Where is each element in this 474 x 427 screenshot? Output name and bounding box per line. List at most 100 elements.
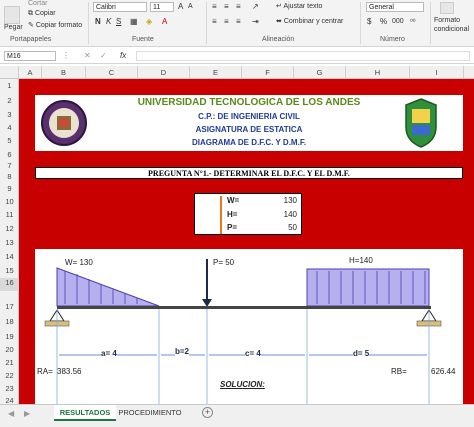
row-header[interactable]: 23 xyxy=(0,384,19,393)
copy-button[interactable]: ⧉ Copiar xyxy=(28,10,56,18)
wrap-text-button[interactable]: ↵ Ajustar texto xyxy=(276,2,322,10)
percent-button[interactable]: % xyxy=(380,17,387,26)
formula-input[interactable] xyxy=(136,51,470,61)
row-header[interactable]: 4 xyxy=(0,123,19,132)
row-header[interactable]: 11 xyxy=(0,210,19,219)
cut-button[interactable]: Cortar xyxy=(28,0,47,7)
shield-logo-icon xyxy=(405,98,437,148)
row-header[interactable]: 22 xyxy=(0,371,19,380)
orientation-icon[interactable]: ↗ xyxy=(252,2,259,11)
font-size-select[interactable]: 11 xyxy=(150,2,174,12)
column-header[interactable]: H xyxy=(346,66,410,79)
load-marker xyxy=(220,196,222,234)
conditional-format-icon[interactable] xyxy=(440,2,454,14)
load-name: P= xyxy=(227,223,238,232)
dim-a: a= 4 xyxy=(101,349,117,358)
ra-label: RA= xyxy=(37,367,53,376)
decimal-icon[interactable]: ⁰⁰ xyxy=(410,18,416,26)
triangular-load xyxy=(56,267,160,307)
clipboard-icon[interactable] xyxy=(4,6,20,24)
row-headers: 1 2 3 4 5 6 7 8 9 10 11 12 13 14 15 16 1… xyxy=(0,79,19,405)
column-header[interactable]: C xyxy=(86,66,138,79)
align-left-icon[interactable]: ≡ xyxy=(212,17,217,26)
h-load-label: H=140 xyxy=(349,256,373,265)
align-middle-icon[interactable]: ≡ xyxy=(224,2,229,11)
tab-scroll-left-icon[interactable]: ◀ xyxy=(8,409,14,418)
brush-icon: ✎ xyxy=(28,22,36,29)
shrink-font-icon[interactable]: A xyxy=(188,3,193,10)
row-header[interactable]: 15 xyxy=(0,266,19,275)
program-title: C.P.: DE INGENIERIA CIVIL xyxy=(198,112,300,121)
column-header[interactable]: F xyxy=(242,66,294,79)
number-format-select[interactable]: General xyxy=(366,2,424,12)
indent-icon[interactable]: ⇥ xyxy=(252,17,259,26)
name-box[interactable]: M16 xyxy=(4,51,56,61)
fill-color-icon[interactable]: ◈ xyxy=(146,17,152,26)
sheet-grid[interactable]: UNIVERSIDAD TECNOLOGICA DE LOS ANDES C.P… xyxy=(19,79,474,404)
copy-format-button[interactable]: ✎ Copiar formato xyxy=(28,21,82,29)
column-header[interactable]: I xyxy=(410,66,464,79)
tab-procedimiento[interactable]: PROCEDIMIENTO xyxy=(118,405,182,421)
paste-button[interactable]: Pegar xyxy=(4,24,23,31)
add-sheet-icon[interactable]: + xyxy=(202,407,213,418)
grow-font-icon[interactable]: A xyxy=(178,2,183,11)
font-name-select[interactable]: Calibri xyxy=(93,2,147,12)
more-icon: ⋮ xyxy=(62,51,70,60)
currency-icon[interactable]: $ xyxy=(367,17,371,26)
align-top-icon[interactable]: ≡ xyxy=(212,2,217,11)
tab-scroll-right-icon[interactable]: ▶ xyxy=(24,409,30,418)
row-header[interactable]: 12 xyxy=(0,224,19,233)
thousands-button[interactable]: 000 xyxy=(392,18,404,25)
row-header[interactable]: 18 xyxy=(0,317,19,326)
row-header[interactable]: 7 xyxy=(0,161,19,170)
row-header-selected[interactable]: 16 xyxy=(0,278,19,291)
column-header[interactable]: B xyxy=(42,66,86,79)
rb-value[interactable]: 626.44 xyxy=(431,367,455,376)
row-header[interactable]: 1 xyxy=(0,81,19,90)
italic-button[interactable]: K xyxy=(106,17,111,26)
row-header[interactable]: 10 xyxy=(0,197,19,206)
conditional-format-button[interactable]: Formato condicional xyxy=(434,16,474,34)
tab-resultados[interactable]: RESULTADOS xyxy=(54,405,116,421)
row-header[interactable]: 8 xyxy=(0,172,19,181)
separator xyxy=(430,2,431,44)
underline-button[interactable]: S xyxy=(116,17,121,26)
row-header[interactable]: 9 xyxy=(0,184,19,193)
row-header[interactable]: 6 xyxy=(0,150,19,159)
enter-icon[interactable]: ✓ xyxy=(100,51,107,60)
cancel-icon[interactable]: ✕ xyxy=(84,51,91,60)
ra-value[interactable]: 383.56 xyxy=(57,367,81,376)
merge-center-button[interactable]: ⬌ Combinar y centrar xyxy=(276,17,343,25)
border-icon[interactable]: ▦ xyxy=(130,17,138,26)
row-header[interactable]: 17 xyxy=(0,302,19,311)
ribbon: Pegar Cortar ⧉ Copiar ✎ Copiar formato P… xyxy=(0,0,474,47)
alignment-group-label: Alineación xyxy=(262,36,295,43)
column-header[interactable]: A xyxy=(19,66,42,79)
column-header[interactable]: G xyxy=(294,66,346,79)
column-headers: A B C D E F G H I xyxy=(0,66,474,79)
wrap-text-label: Ajustar texto xyxy=(283,3,323,10)
row-header[interactable]: 14 xyxy=(0,252,19,261)
align-right-icon[interactable]: ≡ xyxy=(236,17,241,26)
font-color-icon[interactable]: A xyxy=(162,17,167,26)
row-header[interactable]: 13 xyxy=(0,238,19,247)
load-value[interactable]: 130 xyxy=(275,196,297,205)
column-header[interactable]: D xyxy=(138,66,190,79)
load-value[interactable]: 50 xyxy=(275,223,297,232)
select-all-corner[interactable] xyxy=(0,66,19,79)
align-center-icon[interactable]: ≡ xyxy=(224,17,229,26)
row-header[interactable]: 20 xyxy=(0,345,19,354)
row-header[interactable]: 3 xyxy=(0,110,19,119)
insert-function-button[interactable]: fx xyxy=(120,51,126,60)
column-header[interactable]: E xyxy=(190,66,242,79)
row-header[interactable]: 19 xyxy=(0,332,19,341)
row-header[interactable]: 21 xyxy=(0,358,19,367)
question-panel: PREGUNTA N°1.- DETERMINAR EL D.F.C. Y EL… xyxy=(35,167,463,179)
font-group-label: Fuente xyxy=(132,36,154,43)
row-header[interactable]: 5 xyxy=(0,136,19,145)
load-value[interactable]: 140 xyxy=(275,210,297,219)
beam xyxy=(57,306,431,309)
align-bottom-icon[interactable]: ≡ xyxy=(236,2,241,11)
row-header[interactable]: 2 xyxy=(0,96,19,105)
bold-button[interactable]: N xyxy=(95,17,101,26)
